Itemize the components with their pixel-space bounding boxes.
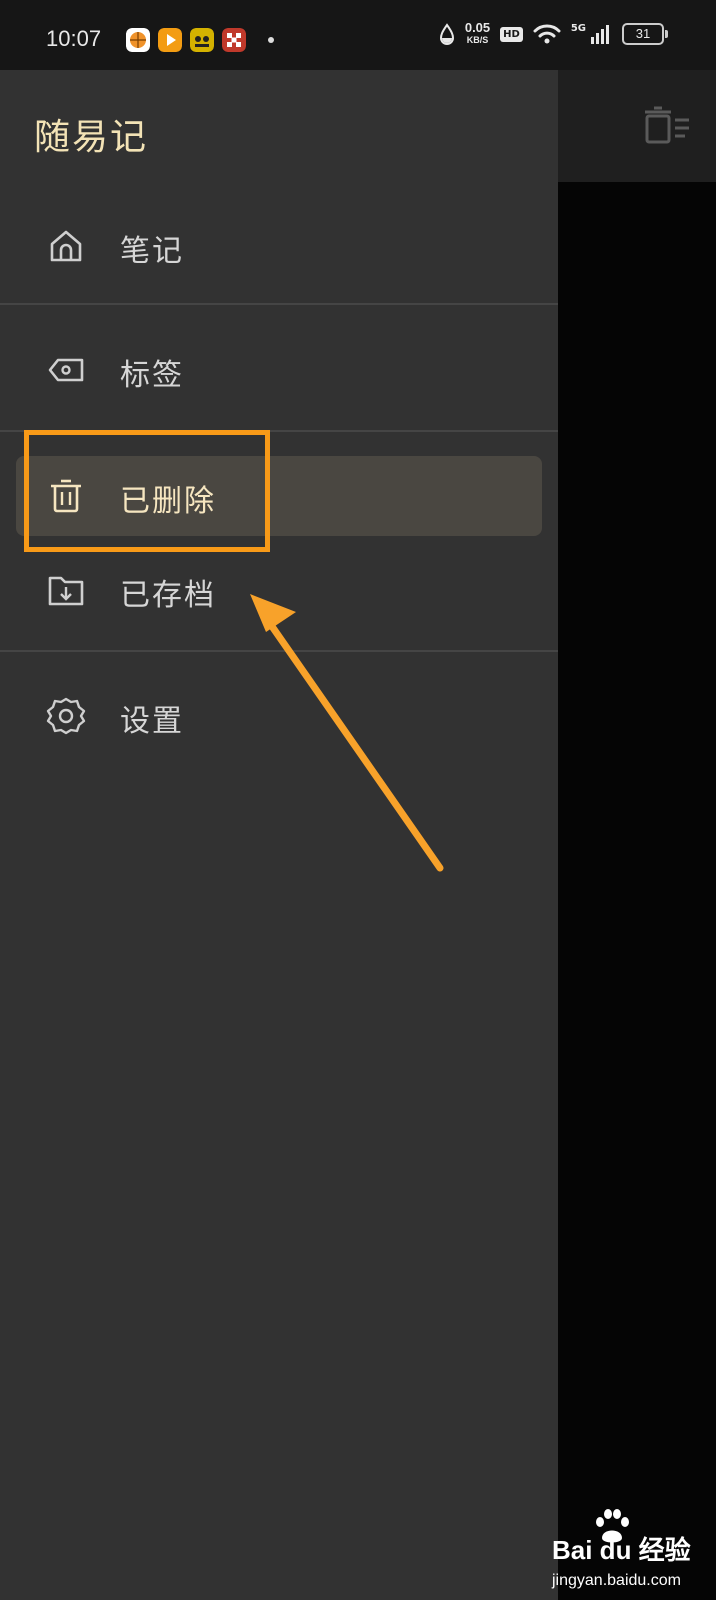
signal-icon: [591, 25, 609, 44]
wifi-icon: [533, 24, 561, 44]
app-video-icon: [158, 28, 182, 52]
signal-type: 5G: [570, 22, 586, 34]
gear-icon: [46, 697, 86, 735]
battery-icon: 31: [622, 23, 668, 45]
drawer-item-label: 设置: [120, 704, 184, 739]
drawer-item-tags[interactable]: 标签: [0, 330, 558, 410]
divider: [0, 650, 558, 652]
watermark-brand: Bai du 经验: [552, 1535, 691, 1565]
app-basketball-icon: [126, 28, 150, 52]
app-title: 随易记: [34, 117, 149, 158]
drawer-item-label: 已存档: [120, 578, 216, 613]
drawer-item-settings[interactable]: 设置: [0, 676, 558, 756]
status-indicators: 0.05 KB/S HD 5G 31: [439, 20, 668, 46]
watermark-url: jingyan.baidu.com: [552, 1572, 681, 1589]
notification-dot-icon: [268, 37, 274, 43]
highlight-box: [24, 430, 270, 552]
drawer-item-archived[interactable]: 已存档: [0, 550, 558, 630]
notification-icons: [126, 28, 274, 52]
net-speed: 0.05 KB/S: [464, 20, 491, 45]
drawer-item-label: 笔记: [120, 234, 184, 269]
app-checker-icon: [222, 28, 246, 52]
delete-list-icon[interactable]: [645, 106, 691, 146]
home-icon: [50, 230, 82, 262]
tag-icon: [48, 358, 84, 382]
app-game-icon: [190, 28, 214, 52]
navigation-drawer: 随易记 笔记 标签 已删除 已存档 设置: [0, 70, 558, 1600]
drawer-item-notes[interactable]: 笔记: [0, 206, 558, 286]
status-bar: 10:07 0.05 KB/S HD 5G 31: [0, 0, 716, 70]
data-drop-icon: [439, 23, 454, 45]
status-time: 10:07: [46, 26, 102, 51]
hd-badge: HD: [500, 26, 523, 42]
watermark: Bai du 经验 jingyan.baidu.com: [548, 1508, 716, 1600]
divider: [0, 303, 558, 305]
drawer-item-label: 标签: [120, 358, 184, 393]
archive-folder-icon: [48, 576, 84, 606]
